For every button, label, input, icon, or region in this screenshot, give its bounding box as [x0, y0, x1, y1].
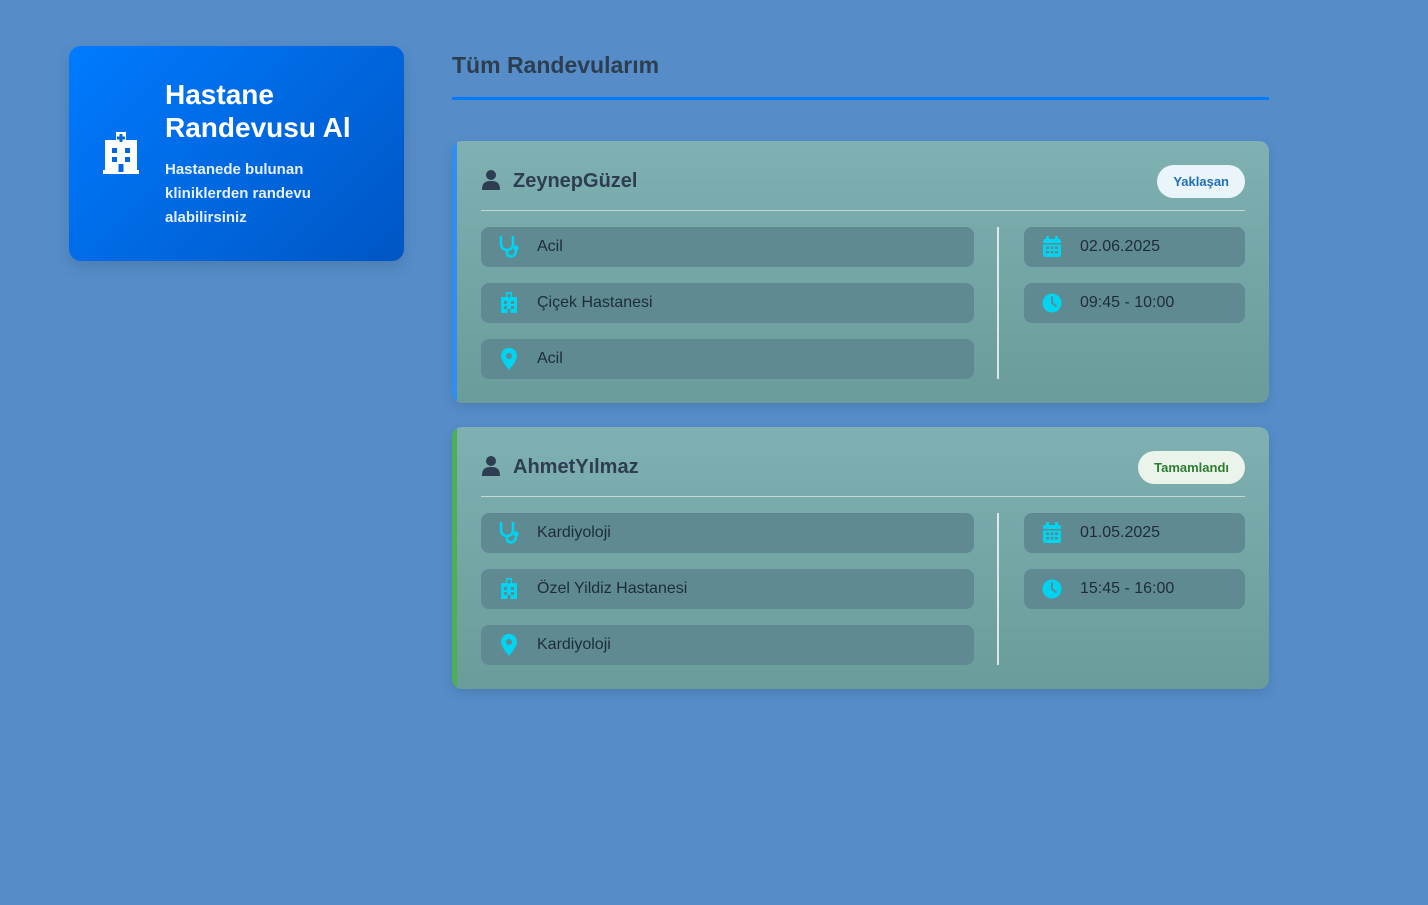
page-title: Tüm Randevularım	[452, 52, 660, 78]
column-divider	[997, 513, 999, 665]
calendar-icon	[1043, 522, 1061, 543]
location-value: Acil	[537, 350, 563, 367]
location-value: Kardiyoloji	[537, 636, 611, 653]
patient-name: ZeynepGüzel	[513, 170, 638, 192]
column-divider	[997, 227, 999, 379]
hospital-icon	[103, 132, 139, 174]
hospital-icon	[501, 578, 517, 599]
appointment-card[interactable]: AhmetYılmaz Tamamlandı Kardiyoloji Özel …	[452, 427, 1269, 689]
hospital-value: Çiçek Hastanesi	[537, 294, 653, 311]
location-field: Acil	[481, 339, 974, 379]
department-field: Acil	[481, 227, 974, 267]
department-value: Acil	[537, 238, 563, 255]
department-value: Kardiyoloji	[537, 524, 611, 541]
date-value: 02.06.2025	[1080, 238, 1161, 255]
hospital-value: Özel Yildiz Hastanesi	[537, 580, 688, 597]
user-icon	[482, 170, 500, 190]
promo-title: Hastane Randevusu Al	[165, 79, 351, 143]
time-field: 09:45 - 10:00	[1024, 283, 1245, 323]
card-divider	[481, 496, 1245, 497]
hospital-field: Özel Yildiz Hastanesi	[481, 569, 974, 609]
hospital-field: Çiçek Hastanesi	[481, 283, 974, 323]
patient-name: AhmetYılmaz	[513, 456, 639, 478]
title-underline	[452, 97, 1269, 100]
date-field: 02.06.2025	[1024, 227, 1245, 267]
stethoscope-icon	[499, 236, 519, 258]
stethoscope-icon	[499, 522, 519, 544]
clock-icon	[1042, 293, 1062, 313]
date-value: 01.05.2025	[1080, 524, 1161, 541]
time-value: 09:45 - 10:00	[1080, 294, 1175, 311]
appointment-card[interactable]: ZeynepGüzel Yaklaşan Acil Çiçek Hastanes…	[452, 141, 1269, 403]
map-pin-icon	[501, 634, 517, 656]
book-appointment-card[interactable]: Hastane Randevusu Al Hastanede bulunan k…	[69, 46, 404, 261]
card-divider	[481, 210, 1245, 211]
card-accent-bar	[452, 427, 457, 689]
hospital-icon	[501, 292, 517, 313]
map-pin-icon	[501, 348, 517, 370]
user-icon	[482, 456, 500, 476]
date-field: 01.05.2025	[1024, 513, 1245, 553]
time-field: 15:45 - 16:00	[1024, 569, 1245, 609]
department-field: Kardiyoloji	[481, 513, 974, 553]
status-badge: Tamamlandı	[1138, 451, 1245, 484]
card-accent-bar	[452, 141, 457, 403]
status-badge: Yaklaşan	[1157, 165, 1245, 198]
location-field: Kardiyoloji	[481, 625, 974, 665]
time-value: 15:45 - 16:00	[1080, 580, 1175, 597]
clock-icon	[1042, 579, 1062, 599]
promo-description: Hastanede bulunan kliniklerden randevu a…	[165, 161, 311, 226]
calendar-icon	[1043, 236, 1061, 257]
